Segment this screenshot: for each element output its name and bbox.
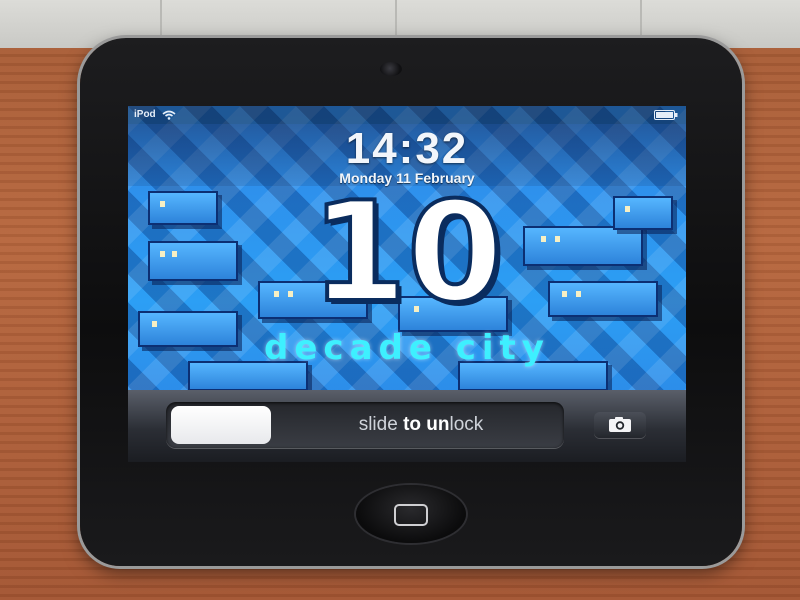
home-button[interactable] [356,485,466,543]
camera-button[interactable] [594,412,646,438]
photo-scene: iPod 14:32 Monday 11 February 10 decade … [0,0,800,600]
unlock-bar: slide to unlock [128,390,686,462]
home-button-icon [394,504,428,526]
lock-time: 14:32 [345,124,469,173]
wallpaper-number: 10 [309,172,505,333]
carrier-label: iPod [134,109,156,120]
front-camera-icon [380,62,402,76]
wallpaper-caption: decade city [264,328,550,368]
battery-icon [654,110,678,120]
lock-screen: iPod 14:32 Monday 11 February 10 decade … [128,106,686,462]
slide-to-unlock-track[interactable]: slide to unlock [166,402,564,448]
status-bar: iPod [128,106,686,124]
wifi-icon [162,110,176,120]
ipod-device: iPod 14:32 Monday 11 February 10 decade … [80,38,742,566]
slide-to-unlock-label: slide to unlock [358,414,484,435]
slide-to-unlock-knob[interactable] [171,406,271,444]
camera-icon [609,417,631,432]
